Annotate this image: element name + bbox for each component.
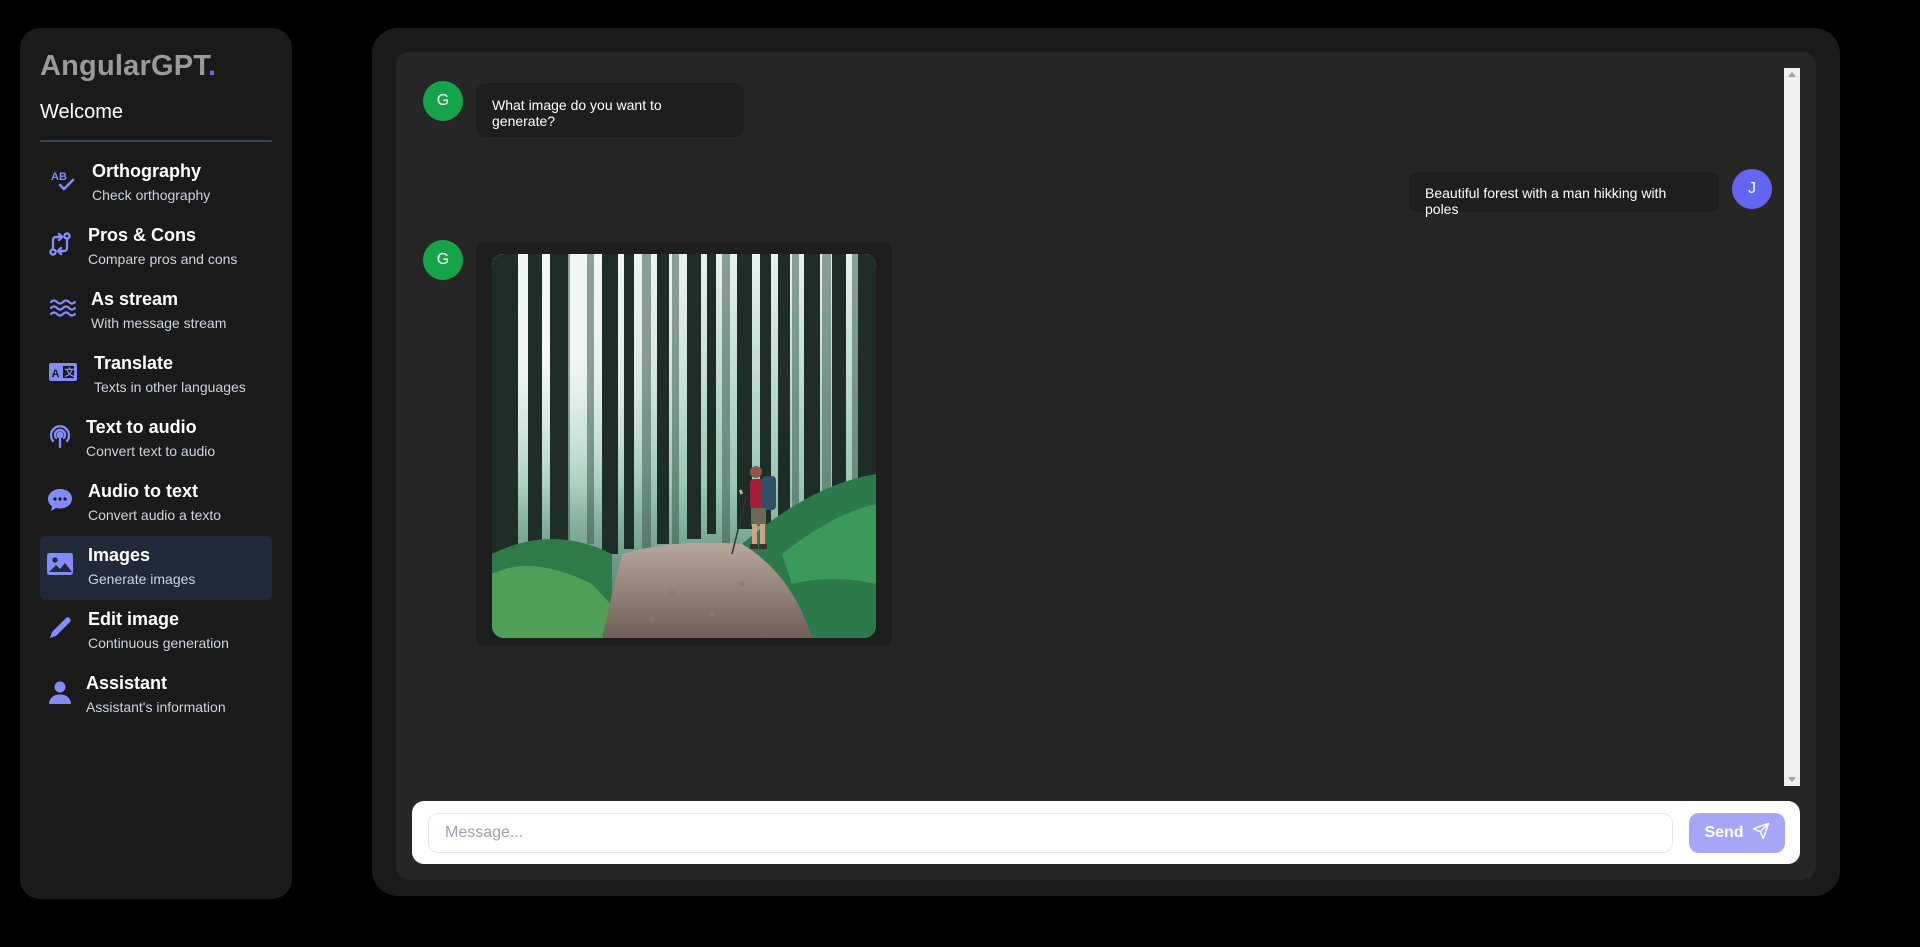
sidebar-item-edit-image[interactable]: Edit image Continuous generation bbox=[40, 600, 272, 664]
forest-hiker-image[interactable] bbox=[492, 254, 876, 638]
sidebar-item-title: Assistant bbox=[86, 673, 168, 693]
message-text: What image do you want to generate? bbox=[492, 97, 662, 129]
sidebar-item-title: Translate bbox=[94, 353, 174, 373]
send-icon bbox=[1752, 822, 1770, 845]
svg-text:A: A bbox=[52, 368, 60, 380]
send-button-label: Send bbox=[1704, 824, 1744, 841]
chat-panel: G What image do you want to generate? Be… bbox=[396, 52, 1816, 880]
compare-arrows-icon bbox=[44, 228, 76, 260]
sidebar-item-translate[interactable]: A文 Translate Texts in other languages bbox=[40, 344, 272, 408]
sidebar-item-subtitle: Continuous generation bbox=[88, 635, 229, 651]
pencil-icon bbox=[44, 612, 76, 644]
bot-avatar: G bbox=[423, 81, 463, 121]
sidebar-item-subtitle: Convert text to audio bbox=[86, 443, 216, 459]
sidebar-item-subtitle: Check orthography bbox=[92, 187, 211, 203]
message-input[interactable] bbox=[428, 813, 1673, 853]
bot-avatar: G bbox=[423, 240, 463, 280]
message-text: Beautiful forest with a man hikking with… bbox=[1425, 185, 1667, 217]
main-area: G What image do you want to generate? Be… bbox=[372, 28, 1840, 896]
sidebar-item-subtitle: Compare pros and cons bbox=[88, 251, 238, 267]
sidebar-item-title: Orthography bbox=[92, 161, 202, 181]
sidebar-item-title: Edit image bbox=[88, 609, 180, 629]
sidebar-item-title: As stream bbox=[91, 289, 179, 309]
waves-icon bbox=[47, 292, 79, 324]
sidebar-item-text-to-audio[interactable]: Text to audio Convert text to audio bbox=[40, 408, 272, 472]
image-icon bbox=[44, 548, 76, 580]
sidebar-item-subtitle: With message stream bbox=[91, 315, 227, 331]
scroll-up-arrow-icon[interactable] bbox=[1788, 72, 1796, 77]
podcast-icon bbox=[44, 420, 76, 452]
sidebar-item-title: Images bbox=[88, 545, 151, 565]
message-composer: Send bbox=[412, 801, 1800, 864]
sidebar-item-audio-to-text[interactable]: Audio to text Convert audio a texto bbox=[40, 472, 272, 536]
svg-text:AB: AB bbox=[51, 171, 67, 183]
user-message-bubble: Beautiful forest with a man hikking with… bbox=[1409, 172, 1719, 217]
chat-scrollbar[interactable] bbox=[1784, 68, 1800, 786]
sidebar-item-subtitle: Texts in other languages bbox=[94, 379, 246, 395]
sidebar-item-subtitle: Assistant's information bbox=[86, 699, 226, 715]
sidebar-item-orthography[interactable]: AB Orthography Check orthography bbox=[40, 152, 272, 216]
sidebar-item-subtitle: Generate images bbox=[88, 571, 196, 587]
spell-check-icon: AB bbox=[48, 164, 80, 196]
sidebar-divider bbox=[40, 140, 272, 142]
app-brand: AngularGPT. bbox=[40, 50, 217, 82]
translate-icon: A文 bbox=[47, 356, 79, 388]
sidebar-item-title: Pros & Cons bbox=[88, 225, 197, 245]
sidebar-item-assistant[interactable]: Assistant Assistant's information bbox=[40, 664, 272, 728]
welcome-heading: Welcome bbox=[40, 101, 123, 123]
svg-text:文: 文 bbox=[65, 366, 76, 379]
user-avatar: J bbox=[1732, 169, 1772, 209]
chat-messages: G What image do you want to generate? Be… bbox=[396, 68, 1787, 786]
sidebar-item-pros-cons[interactable]: Pros & Cons Compare pros and cons bbox=[40, 216, 272, 280]
sidebar: AngularGPT. Welcome AB Orthography Check … bbox=[20, 28, 292, 899]
chat-bubble-icon bbox=[44, 484, 76, 516]
sidebar-item-title: Text to audio bbox=[86, 417, 197, 437]
sidebar-item-as-stream[interactable]: As stream With message stream bbox=[40, 280, 272, 344]
send-button[interactable]: Send bbox=[1689, 813, 1785, 853]
bot-image-bubble bbox=[476, 242, 892, 646]
person-icon bbox=[44, 676, 76, 708]
sidebar-item-title: Audio to text bbox=[88, 481, 198, 501]
sidebar-item-subtitle: Convert audio a texto bbox=[88, 507, 222, 523]
bot-message-bubble: What image do you want to generate? bbox=[476, 83, 744, 137]
sidebar-item-images[interactable]: Images Generate images bbox=[40, 536, 272, 600]
scroll-down-arrow-icon[interactable] bbox=[1788, 777, 1796, 782]
